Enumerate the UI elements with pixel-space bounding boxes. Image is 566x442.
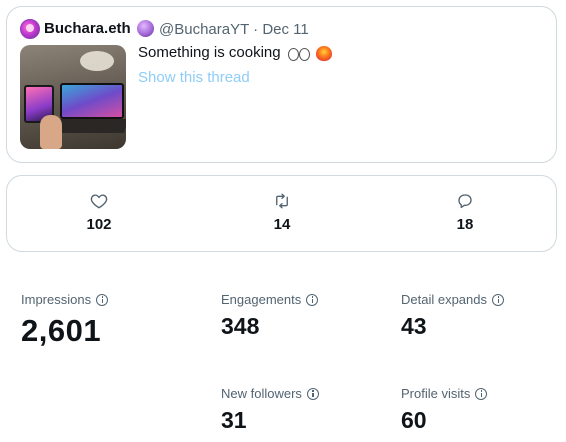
new-followers-stat: New followers 31	[221, 386, 319, 434]
retweet-count: 14	[273, 216, 291, 233]
user-handle[interactable]: @BucharaYT	[159, 21, 249, 38]
handle-and-date: @BucharaYT · Dec 11	[159, 21, 309, 38]
profile-badge-icon	[137, 20, 154, 37]
show-thread-link[interactable]: Show this thread	[138, 69, 250, 86]
engagement-bar: 102 14 18	[6, 175, 557, 252]
info-icon[interactable]	[96, 293, 109, 306]
heart-on-fire-emoji-icon	[315, 45, 332, 61]
info-icon[interactable]	[306, 293, 319, 306]
profile-visits-stat: Profile visits 60	[401, 386, 488, 434]
tweet-date[interactable]: Dec 11	[262, 21, 308, 38]
new-followers-value: 31	[221, 407, 247, 433]
detail-expands-label: Detail expands	[401, 292, 487, 307]
profile-visits-value: 60	[401, 407, 427, 433]
heart-icon	[90, 194, 108, 209]
tweet-text: Something is cooking	[138, 44, 332, 61]
reply-metric[interactable]: 18	[435, 192, 495, 233]
display-name[interactable]: Buchara.eth	[44, 20, 131, 37]
impressions-stat: Impressions 2,601	[21, 292, 109, 349]
detail-expands-value: 43	[401, 313, 427, 339]
new-followers-label: New followers	[221, 386, 302, 401]
tweet-media-thumbnail[interactable]	[20, 45, 126, 149]
engagements-stat: Engagements 348	[221, 292, 319, 340]
retweet-metric[interactable]: 14	[252, 192, 312, 233]
info-icon[interactable]	[492, 293, 504, 306]
tweet-card[interactable]: Buchara.eth @BucharaYT · Dec 11 Somethin…	[6, 6, 557, 163]
reply-icon	[458, 194, 472, 209]
like-metric[interactable]: 102	[69, 192, 129, 233]
impressions-label: Impressions	[21, 292, 92, 307]
reply-count: 18	[456, 216, 474, 233]
info-icon[interactable]	[475, 387, 488, 400]
engagements-value: 348	[221, 313, 260, 339]
detail-expands-stat: Detail expands 43	[401, 292, 504, 340]
eyes-emoji-icon	[287, 47, 310, 61]
impressions-value: 2,601	[21, 313, 102, 348]
engagements-label: Engagements	[221, 292, 302, 307]
tweet-text-content: Something is cooking	[138, 44, 281, 61]
profile-visits-label: Profile visits	[401, 386, 471, 401]
retweet-icon	[276, 193, 288, 209]
like-count: 102	[86, 216, 112, 233]
info-icon[interactable]	[306, 387, 319, 400]
avatar[interactable]	[20, 19, 40, 39]
separator: ·	[253, 21, 259, 38]
